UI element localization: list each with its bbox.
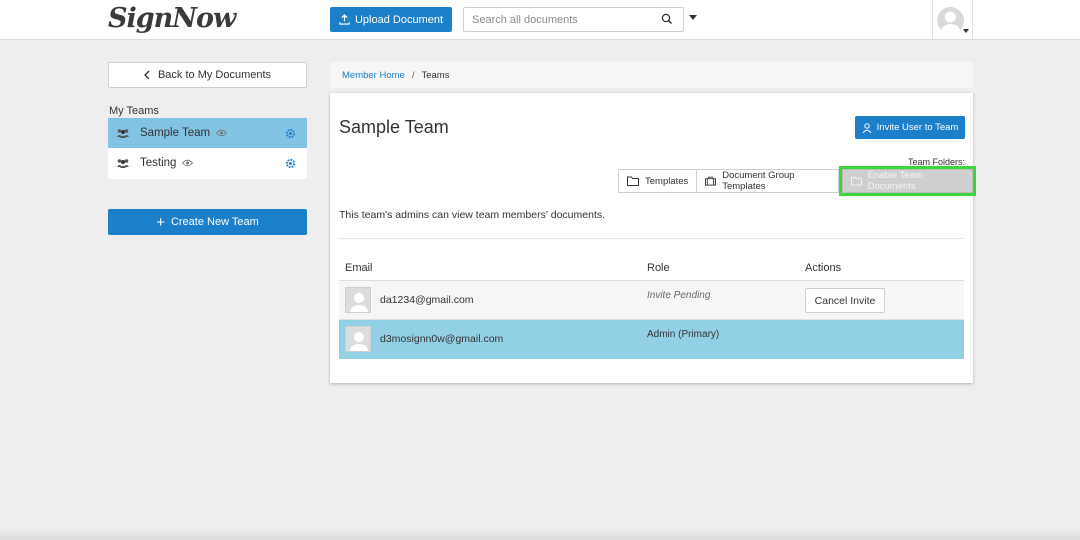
upload-icon xyxy=(339,14,350,25)
table-row[interactable]: d3mosignn0w@gmail.com Admin (Primary) xyxy=(339,320,964,359)
role-column-header[interactable]: Role xyxy=(647,262,670,274)
document-group-templates-button[interactable]: Document Group Templates xyxy=(697,169,839,193)
breadcrumb-member-home[interactable]: Member Home xyxy=(342,70,405,81)
cancel-invite-button[interactable]: Cancel Invite xyxy=(805,288,885,313)
search-dropdown-caret-icon[interactable] xyxy=(689,15,697,20)
briefcase-icon xyxy=(705,176,717,186)
bottom-shade xyxy=(0,528,1080,540)
my-teams-heading: My Teams xyxy=(109,105,159,117)
page-title: Sample Team xyxy=(339,117,449,137)
templates-folder-label: Templates xyxy=(645,175,689,187)
divider xyxy=(339,238,964,239)
team-folders-label: Team Folders: xyxy=(907,157,965,167)
team-icon xyxy=(117,159,129,168)
top-bar: SignNow Upload Document xyxy=(0,0,1080,40)
back-to-documents-button[interactable]: Back to My Documents xyxy=(108,62,307,88)
members-table: Email Role Actions da1234@gmail.com Invi… xyxy=(339,255,964,359)
user-icon xyxy=(862,122,872,133)
templates-folder-button[interactable]: Templates xyxy=(618,169,698,193)
member-avatar xyxy=(345,287,371,313)
member-email: da1234@gmail.com xyxy=(380,294,474,306)
actions-column-header: Actions xyxy=(805,261,842,274)
breadcrumb-current: Teams xyxy=(421,69,450,81)
upload-document-label: Upload Document xyxy=(354,13,444,26)
user-menu[interactable] xyxy=(932,0,973,40)
user-menu-caret-icon[interactable] xyxy=(963,29,969,33)
eye-icon xyxy=(182,159,194,167)
folder-icon xyxy=(627,176,639,186)
search-icon[interactable] xyxy=(661,13,673,25)
create-new-team-label: Create New Team xyxy=(170,216,259,228)
team-folder-tabs: Templates Document Group Templates Enabl… xyxy=(618,166,977,196)
email-column-header[interactable]: Email xyxy=(345,262,373,274)
member-role: Invite Pending xyxy=(647,290,711,301)
user-avatar[interactable] xyxy=(937,7,964,34)
eye-icon xyxy=(216,129,228,137)
enable-team-documents-label: Enable Team Documents xyxy=(867,170,923,192)
upload-document-button[interactable]: Upload Document xyxy=(330,7,452,32)
document-group-templates-label: Document Group Templates xyxy=(722,170,795,192)
signnow-logo[interactable]: SignNow xyxy=(108,3,236,34)
breadcrumb-separator: / xyxy=(411,69,415,81)
team-item-testing[interactable]: Testing xyxy=(108,148,307,178)
search-box[interactable] xyxy=(463,7,684,32)
breadcrumb: Member Home / Teams xyxy=(330,62,973,88)
admin-permission-info: This team's admins can view team members… xyxy=(339,209,606,221)
team-name: Testing xyxy=(140,157,177,169)
search-input[interactable] xyxy=(464,8,644,31)
invite-user-label: Invite User to Team xyxy=(876,122,959,133)
chevron-left-icon xyxy=(144,70,150,80)
table-row[interactable]: da1234@gmail.com Invite Pending Cancel I… xyxy=(339,281,964,320)
team-name: Sample Team xyxy=(140,127,211,139)
create-new-team-button[interactable]: + Create New Team xyxy=(108,209,307,235)
member-avatar xyxy=(345,326,371,352)
plus-icon: + xyxy=(156,213,165,231)
back-to-documents-label: Back to My Documents xyxy=(157,69,272,81)
team-panel: Sample Team Invite User to Team Team Fol… xyxy=(330,93,977,383)
folder-icon xyxy=(850,176,862,186)
gear-icon[interactable] xyxy=(285,158,296,169)
team-item-sample-team[interactable]: Sample Team xyxy=(108,118,307,148)
member-email: d3mosignn0w@gmail.com xyxy=(380,333,504,345)
member-role: Admin (Primary) xyxy=(647,329,720,340)
enable-team-documents-button[interactable]: Enable Team Documents xyxy=(838,166,977,196)
team-icon xyxy=(117,129,129,138)
invite-user-button[interactable]: Invite User to Team xyxy=(855,116,965,139)
gear-icon[interactable] xyxy=(285,128,296,139)
table-header: Email Role Actions xyxy=(339,255,964,281)
team-list: Sample Team Testing xyxy=(108,118,307,179)
